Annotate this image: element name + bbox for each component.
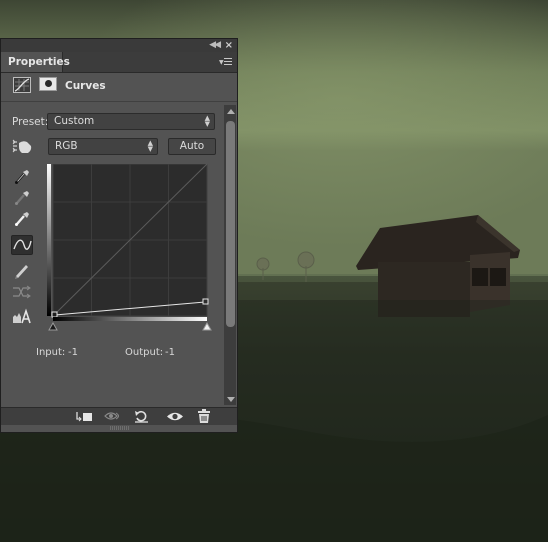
- scroll-down-icon[interactable]: [227, 397, 235, 402]
- adjustment-header: Curves: [1, 73, 237, 99]
- panel-tab-row: Properties ▼: [1, 52, 237, 73]
- preset-value: Custom: [54, 115, 95, 127]
- black-input-slider[interactable]: [48, 321, 58, 331]
- black-point-eyedropper-icon[interactable]: [11, 166, 33, 186]
- divider: [1, 101, 237, 102]
- scrollbar-thumb[interactable]: [226, 121, 235, 327]
- view-previous-state-icon[interactable]: [103, 408, 125, 425]
- panel-title-bar[interactable]: ◀◀ ×: [1, 39, 237, 53]
- scroll-up-icon[interactable]: [227, 109, 235, 114]
- output-label: Output:: [125, 347, 164, 358]
- channel-value: RGB: [55, 140, 78, 152]
- dropdown-arrows-icon: ▲ ▼: [147, 139, 153, 153]
- smooth-curve-icon[interactable]: [11, 282, 33, 302]
- properties-panel: ◀◀ × Properties ▼ Curves Preset: Custom …: [0, 38, 238, 433]
- tab-properties[interactable]: Properties: [1, 52, 70, 72]
- visibility-eye-icon[interactable]: [164, 408, 186, 425]
- double-chevron-left-icon[interactable]: ◀◀: [209, 39, 221, 52]
- curve-point-tool-icon[interactable]: [11, 235, 33, 255]
- curve-point-black[interactable]: [51, 311, 58, 318]
- input-sliders: [48, 321, 212, 331]
- preset-dropdown[interactable]: Custom ▲ ▼: [47, 113, 215, 130]
- output-value: -1: [165, 347, 175, 358]
- channel-dropdown[interactable]: RGB ▲ ▼: [48, 138, 158, 155]
- panel-bottom-toolbar: [1, 407, 237, 425]
- white-input-slider[interactable]: [202, 321, 212, 331]
- input-value: -1: [68, 347, 78, 358]
- trash-icon[interactable]: [193, 408, 215, 425]
- resize-grip[interactable]: [109, 426, 131, 430]
- dropdown-arrows-icon: ▲ ▼: [204, 114, 210, 128]
- panel-menu-icon[interactable]: ▼: [219, 56, 233, 68]
- show-clipping-icon[interactable]: [11, 307, 33, 327]
- pencil-draw-icon[interactable]: [11, 260, 33, 280]
- curves-graph[interactable]: [47, 164, 209, 324]
- gray-point-eyedropper-icon[interactable]: [11, 187, 33, 207]
- reset-icon[interactable]: [131, 408, 153, 425]
- output-gradient-bar: [47, 164, 51, 316]
- auto-button[interactable]: Auto: [168, 138, 216, 155]
- clip-to-layer-icon[interactable]: [73, 408, 95, 425]
- curve-point-white[interactable]: [202, 298, 209, 305]
- layer-mask-icon[interactable]: [39, 77, 57, 91]
- white-point-eyedropper-icon[interactable]: [11, 208, 33, 228]
- on-image-adjust-icon[interactable]: [11, 137, 35, 157]
- curves-adjustment-icon[interactable]: [13, 77, 31, 93]
- close-icon[interactable]: ×: [225, 39, 233, 52]
- input-label: Input:: [36, 347, 66, 358]
- preset-label: Preset:: [12, 116, 49, 128]
- adjustment-title: Curves: [65, 80, 106, 92]
